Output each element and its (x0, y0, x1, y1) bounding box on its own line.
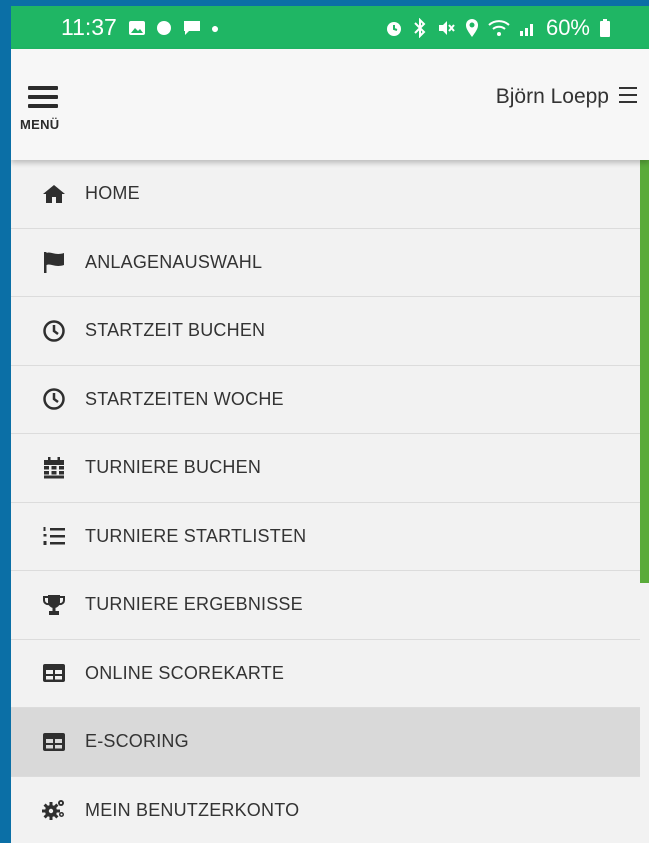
nav-item-startzeiten-woche[interactable]: STARTZEITEN WOCHE (11, 365, 640, 434)
scrollbar[interactable] (640, 160, 649, 843)
app-window: 11:37 ● 60% MENÜ Björn Loepp HOME ANLAGE… (11, 6, 649, 843)
home-icon (41, 181, 67, 207)
nav-item-online-scorekarte[interactable]: ONLINE SCOREKARTE (11, 639, 640, 708)
trophy-icon (41, 592, 67, 618)
nav-item-turniere-buchen[interactable]: TURNIERE BUCHEN (11, 434, 640, 503)
nav-item-startzeit-buchen[interactable]: STARTZEIT BUCHEN (11, 297, 640, 366)
nav-item-mein-benutzerkonto[interactable]: MEIN BENUTZERKONTO (11, 776, 640, 843)
bluetooth-icon (414, 17, 426, 38)
battery-percent: 60% (545, 14, 590, 40)
numbered-list-icon (41, 523, 67, 549)
nav-item-label: STARTZEIT BUCHEN (85, 320, 266, 341)
status-time: 11:37 (61, 14, 117, 40)
wifi-icon (488, 19, 510, 36)
calendar-icon (41, 455, 67, 481)
battery-icon (600, 18, 610, 37)
user-menu-icon (619, 86, 637, 108)
nav-item-label: TURNIERE BUCHEN (85, 457, 262, 478)
scrollbar-thumb[interactable] (640, 160, 649, 584)
message-icon (183, 20, 200, 35)
nav-item-turniere-startlisten[interactable]: TURNIERE STARTLISTEN (11, 502, 640, 571)
nav-item-label: STARTZEITEN WOCHE (85, 388, 284, 409)
nav-item-e-scoring[interactable]: E-SCORING (11, 708, 640, 777)
side-navigation: HOME ANLAGENAUSWAHL STARTZEIT BUCHEN STA… (11, 160, 649, 843)
clock-icon (41, 386, 67, 412)
flag-icon (41, 249, 67, 275)
nav-item-label: HOME (85, 183, 140, 204)
alarm-icon (386, 21, 401, 36)
table-icon (41, 660, 67, 686)
nav-item-label: ANLAGENAUSWAHL (85, 251, 263, 272)
clock-icon (41, 318, 67, 344)
gears-icon (41, 797, 67, 823)
user-name: Björn Loepp (495, 85, 609, 108)
nav-item-label: TURNIERE ERGEBNISSE (85, 594, 303, 615)
nav-item-turniere-ergebnisse[interactable]: TURNIERE ERGEBNISSE (11, 571, 640, 640)
app-header: MENÜ Björn Loepp (11, 49, 649, 160)
signal-icon (519, 23, 533, 36)
table-icon (41, 729, 67, 755)
hamburger-icon (28, 86, 58, 113)
location-icon (465, 18, 478, 37)
mute-icon (438, 20, 455, 35)
menu-button[interactable]: MENÜ (20, 83, 70, 135)
gallery-icon (128, 20, 145, 35)
chat-bubble-icon (156, 20, 171, 35)
nav-item-home[interactable]: HOME (11, 160, 640, 229)
nav-item-label: E-SCORING (85, 731, 189, 752)
nav-item-label: MEIN BENUTZERKONTO (85, 799, 300, 820)
nav-item-anlagenauswahl[interactable]: ANLAGENAUSWAHL (11, 228, 640, 297)
user-menu[interactable]: Björn Loepp (496, 85, 637, 109)
nav-item-label: ONLINE SCOREKARTE (85, 662, 285, 683)
status-bar: 11:37 ● 60% (11, 6, 649, 49)
menu-label: MENÜ (20, 117, 60, 132)
nav-item-label: TURNIERE STARTLISTEN (85, 525, 307, 546)
notification-dot-icon: ● (210, 19, 220, 36)
